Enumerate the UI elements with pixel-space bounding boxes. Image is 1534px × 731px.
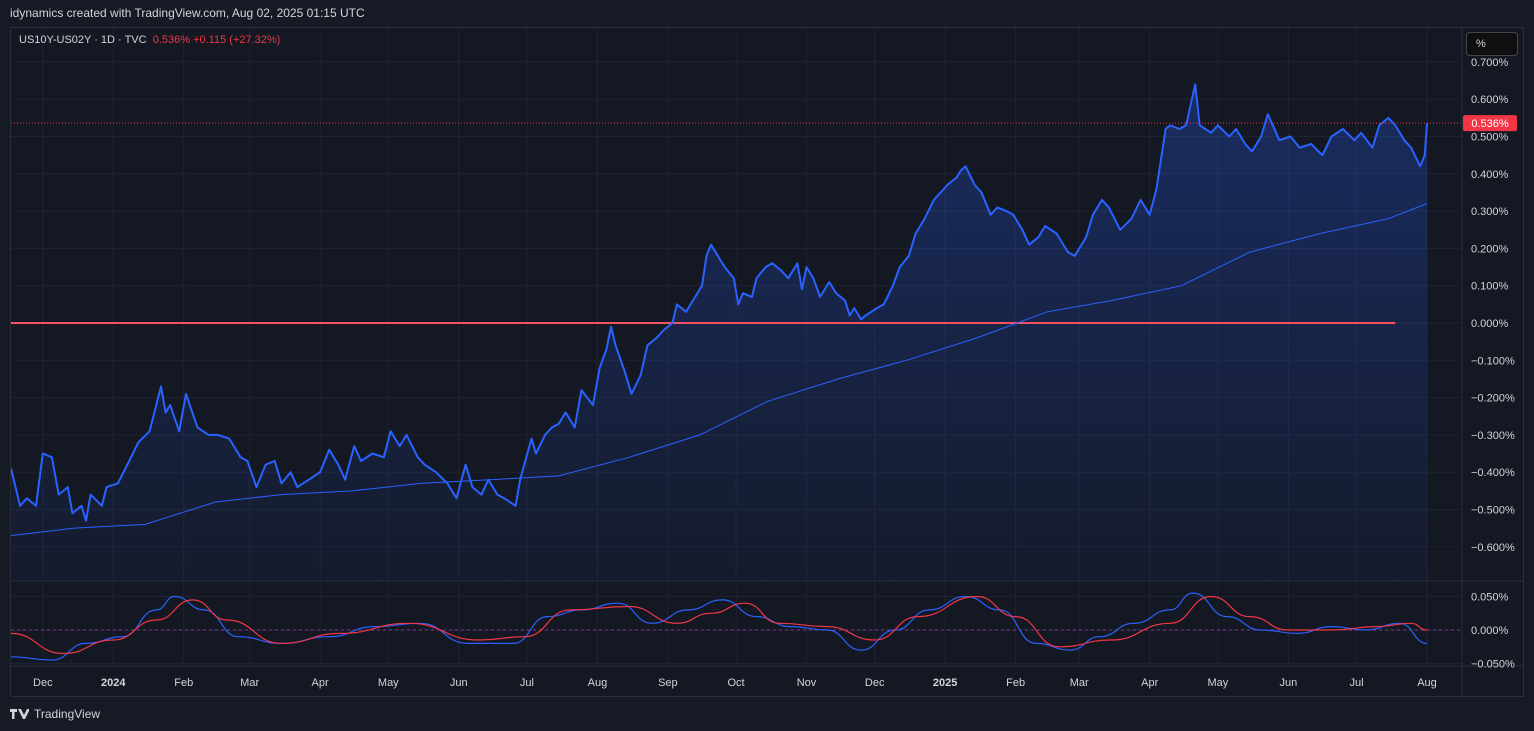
footer-bar: [0, 697, 1534, 731]
tradingview-brand[interactable]: TradingView: [10, 707, 100, 721]
x-tick-label: May: [1208, 677, 1229, 689]
oscillator-fast-line[interactable]: [11, 592, 1428, 661]
x-tick-label: Jun: [450, 677, 468, 689]
y-tick-label: 0.400%: [1471, 169, 1509, 181]
osc-y-tick-label: −0.050%: [1471, 659, 1515, 671]
legend-change-pct: (+27.32%): [229, 34, 281, 46]
y-tick-label: 0.600%: [1471, 94, 1509, 106]
x-tick-label: Oct: [727, 677, 744, 689]
y-tick-label: −0.300%: [1471, 430, 1515, 442]
y-tick-label: 0.300%: [1471, 206, 1509, 218]
osc-y-tick-label: 0.000%: [1471, 625, 1509, 637]
legend-symbol: US10Y-US02Y · 1D · TVC: [19, 34, 147, 46]
chart-svg[interactable]: 0.700% 0.600% 0.500% 0.400% 0.300% 0.200% 0.10…: [0, 0, 1534, 731]
x-tick-label: Nov: [797, 677, 817, 689]
x-tick-label: Mar: [240, 677, 259, 689]
y-tick-label: −0.200%: [1471, 393, 1515, 405]
oscillator-slow-line[interactable]: [11, 595, 1428, 655]
symbol-legend[interactable]: US10Y-US02Y · 1D · TVC 0.536% +0.115 (+2…: [19, 34, 280, 46]
x-tick-label: May: [378, 677, 399, 689]
y-tick-label: 0.700%: [1471, 57, 1509, 69]
y-tick-label: 0.100%: [1471, 281, 1509, 293]
x-tick-label: 2025: [933, 677, 957, 689]
x-tick-label: Jun: [1279, 677, 1297, 689]
x-tick-label: Jul: [520, 677, 534, 689]
brand-name: TradingView: [34, 707, 101, 721]
x-tick-label: 2024: [101, 677, 126, 689]
y-tick-label: −0.400%: [1471, 467, 1515, 479]
x-tick-label: Dec: [865, 677, 885, 689]
percent-scale-button[interactable]: %: [1466, 32, 1518, 56]
x-tick-label: Feb: [1006, 677, 1025, 689]
tradingview-logo-icon: [10, 709, 29, 719]
x-tick-label: Apr: [1141, 677, 1158, 689]
y-tick-label: 0.500%: [1471, 132, 1509, 144]
legend-change: +0.115: [193, 34, 227, 46]
osc-y-tick-label: 0.050%: [1471, 592, 1509, 604]
x-tick-label: Jul: [1350, 677, 1364, 689]
x-tick-label: Feb: [174, 677, 193, 689]
x-tick-label: Aug: [1417, 677, 1437, 689]
y-tick-label: 0.000%: [1471, 318, 1509, 330]
y-tick-label: −0.100%: [1471, 355, 1515, 367]
legend-last-value: 0.536%: [152, 34, 191, 46]
x-tick-label: Mar: [1070, 677, 1089, 689]
y-tick-label: 0.200%: [1471, 243, 1509, 255]
y-tick-label: −0.500%: [1471, 505, 1515, 517]
last-price-label: 0.536%: [1471, 118, 1509, 130]
x-tick-label: Dec: [33, 677, 53, 689]
x-tick-label: Sep: [658, 677, 678, 689]
x-tick-label: Aug: [588, 677, 608, 689]
price-area-fill: [11, 84, 1427, 581]
y-tick-label: −0.600%: [1471, 542, 1515, 554]
x-tick-label: Apr: [312, 677, 329, 689]
